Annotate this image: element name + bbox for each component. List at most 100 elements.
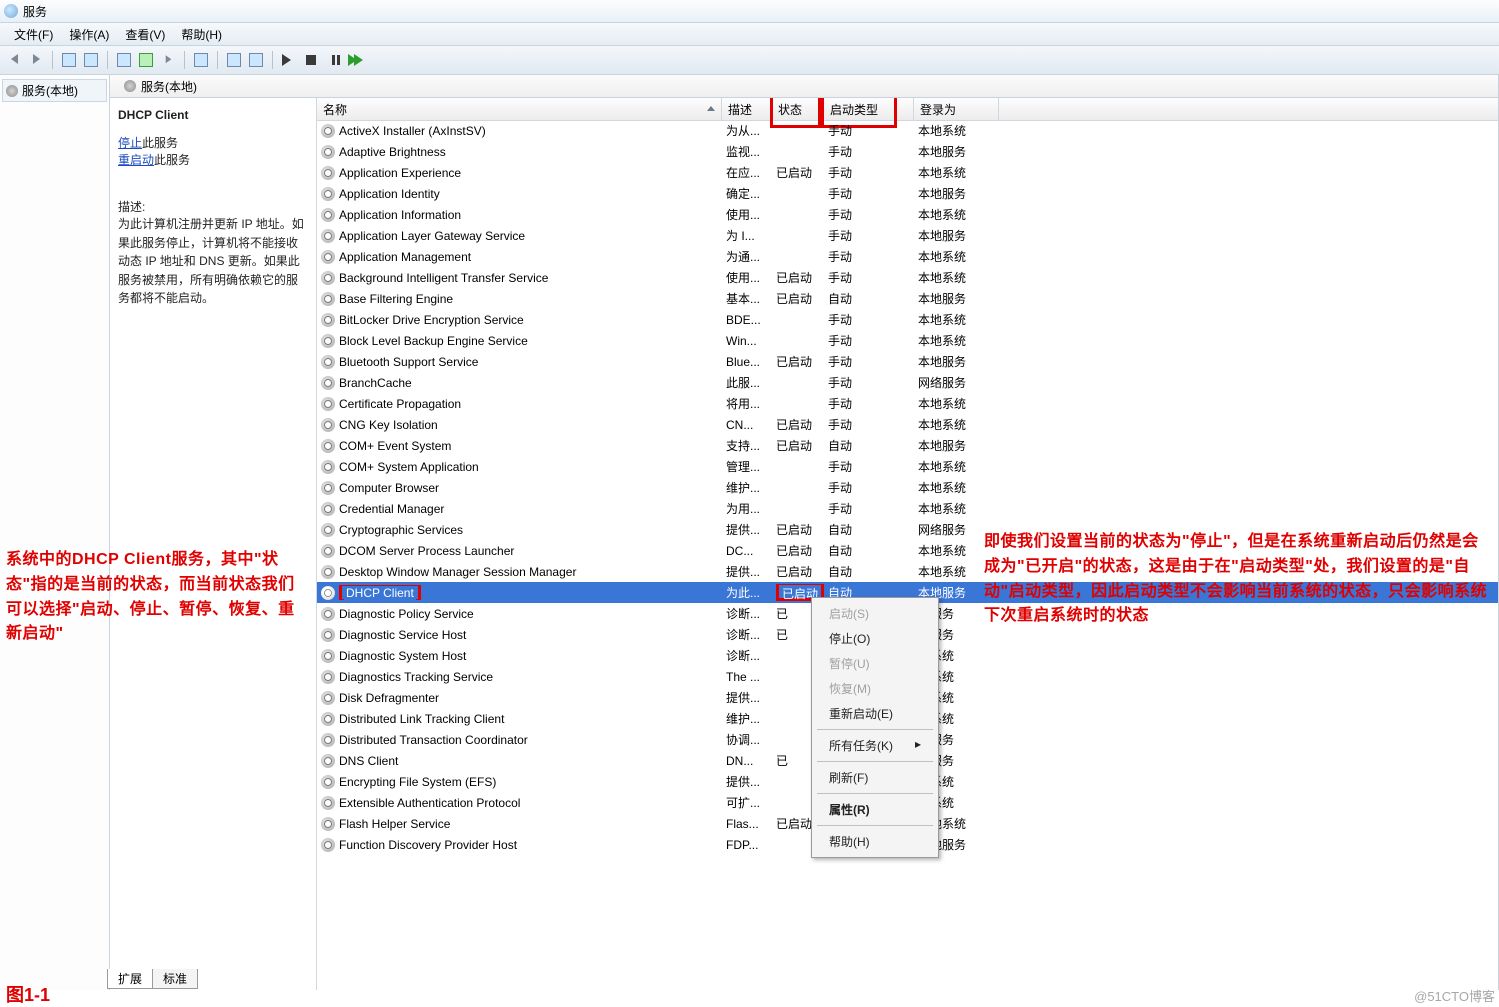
svc-desc: 在应...: [726, 164, 776, 181]
svc-desc: BDE...: [726, 313, 776, 327]
svc-login: 本地系统: [918, 416, 1003, 433]
menu-file[interactable]: 文件(F): [6, 24, 61, 45]
svc-login: 本地系统: [918, 206, 1003, 223]
back-button[interactable]: [4, 50, 24, 70]
col-status[interactable]: 状态: [772, 98, 824, 120]
svc-name: DNS Client: [339, 754, 726, 768]
tb-btn-6[interactable]: [246, 50, 266, 70]
gear-icon: [321, 712, 335, 726]
tb-pause[interactable]: [323, 50, 343, 70]
tab-standard[interactable]: 标准: [152, 969, 198, 989]
separator: [52, 51, 53, 69]
service-row[interactable]: Background Intelligent Transfer Service使…: [317, 267, 1498, 288]
figure-label: 图1-1: [6, 981, 50, 1007]
stop-link[interactable]: 停止: [118, 136, 142, 150]
tab-extended[interactable]: 扩展: [107, 969, 153, 989]
tb-refresh[interactable]: [136, 50, 156, 70]
service-row[interactable]: Certificate Propagation将用...手动本地系统: [317, 393, 1498, 414]
svc-type: 手动: [828, 122, 918, 139]
detail-service-name: DHCP Client: [118, 108, 308, 122]
tb-btn-5[interactable]: [224, 50, 244, 70]
tb-stop[interactable]: [301, 50, 321, 70]
service-row[interactable]: COM+ Event System支持...已启动自动本地服务: [317, 435, 1498, 456]
svc-login: 本地系统: [918, 458, 1003, 475]
tree-root-label: 服务(本地): [22, 82, 78, 99]
gear-icon: [321, 691, 335, 705]
svc-name: Credential Manager: [339, 502, 726, 516]
ctx-separator: [817, 793, 933, 794]
ctx-resume[interactable]: 恢复(M): [815, 676, 935, 701]
service-row[interactable]: Bluetooth Support ServiceBlue...已启动手动本地服…: [317, 351, 1498, 372]
forward-button[interactable]: [26, 50, 46, 70]
svc-name: Diagnostics Tracking Service: [339, 670, 726, 684]
refresh-icon: [139, 53, 153, 67]
gear-icon: [321, 460, 335, 474]
menu-action[interactable]: 操作(A): [61, 24, 117, 45]
col-name[interactable]: 名称: [317, 98, 722, 120]
tree-pane: 服务(本地): [0, 75, 110, 990]
service-row[interactable]: Block Level Backup Engine ServiceWin...手…: [317, 330, 1498, 351]
gear-icon: [321, 271, 335, 285]
service-row[interactable]: Application Layer Gateway Service为 I...手…: [317, 225, 1498, 246]
service-row[interactable]: Application Management为通...手动本地系统: [317, 246, 1498, 267]
svc-desc: 此服...: [726, 374, 776, 391]
service-row[interactable]: Application Identity确定...手动本地服务: [317, 183, 1498, 204]
svc-status: 已启动: [776, 269, 828, 286]
watermark: @51CTO博客: [1414, 986, 1495, 1005]
service-row[interactable]: BranchCache此服...手动网络服务: [317, 372, 1498, 393]
ctx-stop[interactable]: 停止(O): [815, 626, 935, 651]
svc-type: 手动: [828, 143, 918, 160]
menu-view[interactable]: 查看(V): [117, 24, 173, 45]
gear-icon: [321, 124, 335, 138]
menu-bar: 文件(F) 操作(A) 查看(V) 帮助(H): [0, 23, 1499, 46]
separator: [184, 51, 185, 69]
service-row[interactable]: Application Experience在应...已启动手动本地系统: [317, 162, 1498, 183]
service-row[interactable]: Adaptive Brightness监视...手动本地服务: [317, 141, 1498, 162]
gear-icon: [321, 565, 335, 579]
ctx-start[interactable]: 启动(S): [815, 601, 935, 626]
service-row[interactable]: Application Information使用...手动本地系统: [317, 204, 1498, 225]
ctx-properties[interactable]: 属性(R): [815, 797, 935, 822]
gear-icon: [321, 607, 335, 621]
svc-name: COM+ System Application: [339, 460, 726, 474]
desc-label: 描述:: [118, 198, 308, 215]
tb-btn-3[interactable]: [114, 50, 134, 70]
svc-name: COM+ Event System: [339, 439, 726, 453]
tb-btn-2[interactable]: [81, 50, 101, 70]
tb-btn-4[interactable]: [191, 50, 211, 70]
svc-desc: 为通...: [726, 248, 776, 265]
service-row[interactable]: Computer Browser维护...手动本地系统: [317, 477, 1498, 498]
ctx-help[interactable]: 帮助(H): [815, 829, 935, 854]
panel-icon: [62, 53, 76, 67]
ctx-pause[interactable]: 暂停(U): [815, 651, 935, 676]
tb-play[interactable]: [279, 50, 299, 70]
col-type[interactable]: 启动类型: [824, 98, 914, 120]
service-row[interactable]: COM+ System Application管理...手动本地系统: [317, 456, 1498, 477]
service-row[interactable]: Credential Manager为用...手动本地系统: [317, 498, 1498, 519]
svc-name: Application Experience: [339, 166, 726, 180]
col-login[interactable]: 登录为: [914, 98, 999, 120]
ctx-refresh[interactable]: 刷新(F): [815, 765, 935, 790]
window-title: 服务: [23, 3, 47, 20]
tree-root[interactable]: 服务(本地): [2, 79, 107, 102]
service-row[interactable]: CNG Key IsolationCN...已启动手动本地系统: [317, 414, 1498, 435]
gear-icon: [321, 502, 335, 516]
gear-icon: [321, 145, 335, 159]
menu-help[interactable]: 帮助(H): [173, 24, 230, 45]
ctx-restart[interactable]: 重新启动(E): [815, 701, 935, 726]
service-row[interactable]: ActiveX Installer (AxInstSV)为从...手动本地系统: [317, 120, 1498, 141]
service-row[interactable]: Base Filtering Engine基本...已启动自动本地服务: [317, 288, 1498, 309]
svc-desc: 支持...: [726, 437, 776, 454]
svc-name: ActiveX Installer (AxInstSV): [339, 124, 726, 138]
tb-btn-1[interactable]: [59, 50, 79, 70]
ctx-all-tasks[interactable]: 所有任务(K): [815, 733, 935, 758]
gear-icon: [321, 775, 335, 789]
tb-export[interactable]: [158, 50, 178, 70]
restart-link[interactable]: 重启动: [118, 153, 154, 167]
svc-type: 手动: [828, 416, 918, 433]
col-desc[interactable]: 描述: [722, 98, 772, 120]
tb-restart[interactable]: [345, 50, 365, 70]
svc-desc: 管理...: [726, 458, 776, 475]
service-row[interactable]: BitLocker Drive Encryption ServiceBDE...…: [317, 309, 1498, 330]
toolbar: [0, 46, 1499, 75]
